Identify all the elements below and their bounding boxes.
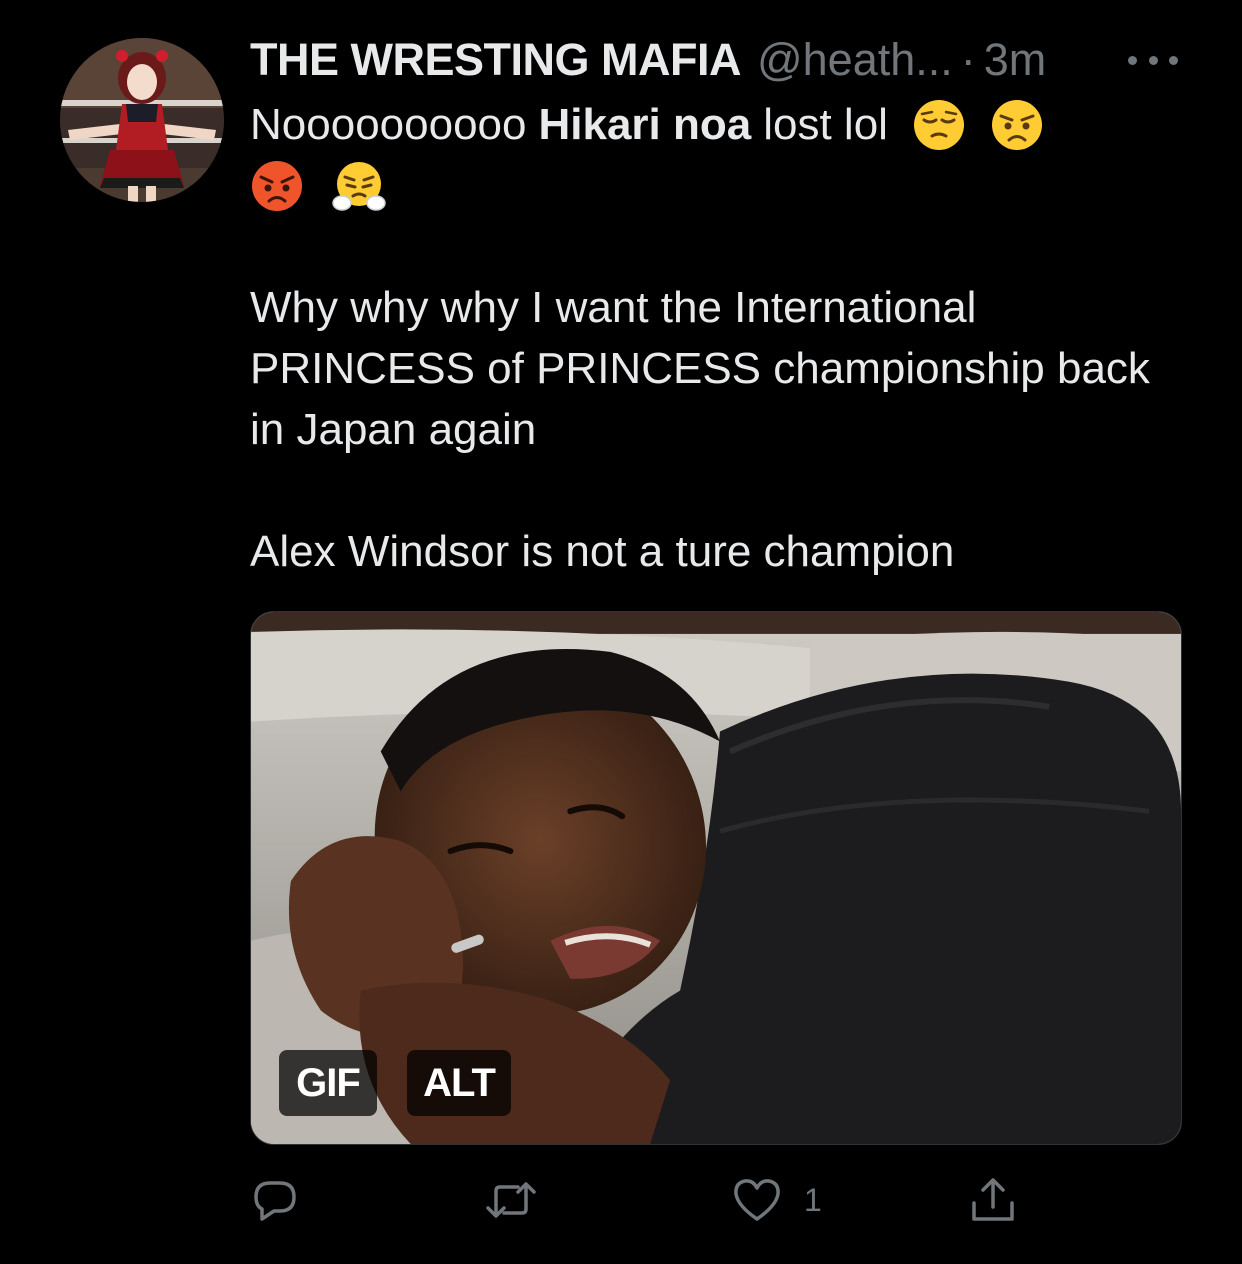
text-bold-mention: Hikari noa (538, 100, 752, 149)
retweet-button[interactable] (486, 1170, 536, 1230)
reply-button[interactable] (250, 1170, 300, 1230)
more-options-icon[interactable] (1128, 46, 1178, 74)
timestamp[interactable]: 3m (984, 32, 1047, 88)
text-prefix: Noooooooooo (250, 100, 527, 149)
text-suffix: lost lol (763, 100, 888, 149)
tweet-actions: 1 (250, 1170, 1050, 1230)
avatar[interactable] (60, 38, 224, 202)
display-name[interactable]: THE WRESTING MAFIA (250, 32, 741, 88)
gif-media[interactable]: GIF ALT (250, 611, 1182, 1145)
angry-face-emoji-icon (250, 159, 304, 213)
user-handle[interactable]: @heath... (757, 32, 953, 88)
persevering-face-emoji-icon (990, 98, 1044, 152)
share-icon (972, 1178, 1014, 1221)
face-with-steam-emoji-icon (332, 159, 386, 213)
pensive-face-emoji-icon (912, 98, 966, 152)
heart-icon (734, 1179, 780, 1221)
like-count: 1 (804, 1181, 822, 1218)
separator-dot: · (960, 34, 976, 85)
gif-badge: GIF (279, 1050, 377, 1116)
tweet-text: Noooooooooo Hikari noa lost lol Why why … (250, 94, 1170, 582)
text-paragraph-2: Why why why I want the International PRI… (250, 283, 1150, 454)
tweet-header: THE WRESTING MAFIA @heath... · 3m (250, 32, 1046, 88)
gif-image (251, 612, 1181, 1144)
share-button[interactable] (968, 1170, 1018, 1230)
alt-text-button[interactable]: ALT (407, 1050, 511, 1116)
text-paragraph-3: Alex Windsor is not a ture champion (250, 527, 955, 576)
tweet[interactable]: THE WRESTING MAFIA @heath... · 3m Nooooo… (0, 0, 1242, 1264)
avatar-image (60, 38, 224, 202)
reply-icon (254, 1181, 296, 1221)
like-button[interactable]: 1 (732, 1170, 822, 1230)
retweet-icon (486, 1182, 536, 1218)
